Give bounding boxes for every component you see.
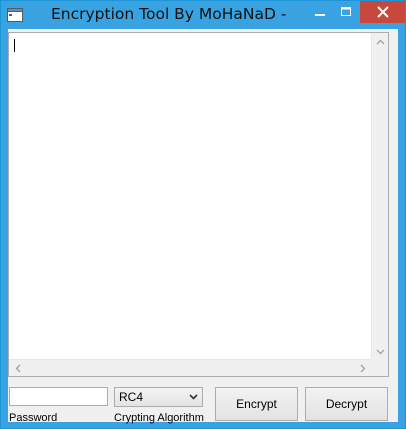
close-icon bbox=[376, 6, 389, 18]
scroll-left-icon[interactable] bbox=[9, 360, 26, 377]
password-label: Password bbox=[9, 412, 58, 424]
encrypt-button[interactable]: Encrypt bbox=[215, 387, 298, 421]
app-window: Encryption Tool By MoHaNaD - Password RC… bbox=[0, 0, 406, 429]
scroll-right-icon[interactable] bbox=[354, 360, 371, 377]
scroll-down-icon[interactable] bbox=[372, 343, 389, 360]
minimize-icon bbox=[315, 14, 325, 16]
maximize-icon bbox=[341, 7, 351, 16]
algorithm-label: Crypting Algorithm bbox=[114, 412, 204, 424]
algorithm-selected-value: RC4 bbox=[119, 390, 144, 404]
title-bar[interactable]: Encryption Tool By MoHaNaD - bbox=[1, 1, 405, 29]
chevron-down-icon bbox=[189, 394, 198, 400]
client-area: Password RC4 Crypting Algorithm Encrypt … bbox=[8, 29, 398, 424]
algorithm-select[interactable]: RC4 bbox=[114, 387, 203, 407]
horizontal-scrollbar[interactable] bbox=[9, 359, 371, 376]
main-textarea[interactable] bbox=[8, 32, 389, 377]
vertical-scrollbar[interactable] bbox=[371, 33, 388, 360]
scrollbar-corner bbox=[371, 359, 388, 376]
scroll-up-icon[interactable] bbox=[372, 33, 389, 50]
window-title: Encryption Tool By MoHaNaD - bbox=[51, 5, 287, 23]
decrypt-button[interactable]: Decrypt bbox=[305, 387, 388, 421]
close-button[interactable] bbox=[360, 1, 405, 23]
maximize-button[interactable] bbox=[333, 1, 359, 23]
app-window-icon[interactable] bbox=[7, 8, 23, 22]
minimize-button[interactable] bbox=[307, 1, 333, 23]
password-input[interactable] bbox=[9, 387, 108, 406]
text-caret bbox=[14, 39, 15, 52]
